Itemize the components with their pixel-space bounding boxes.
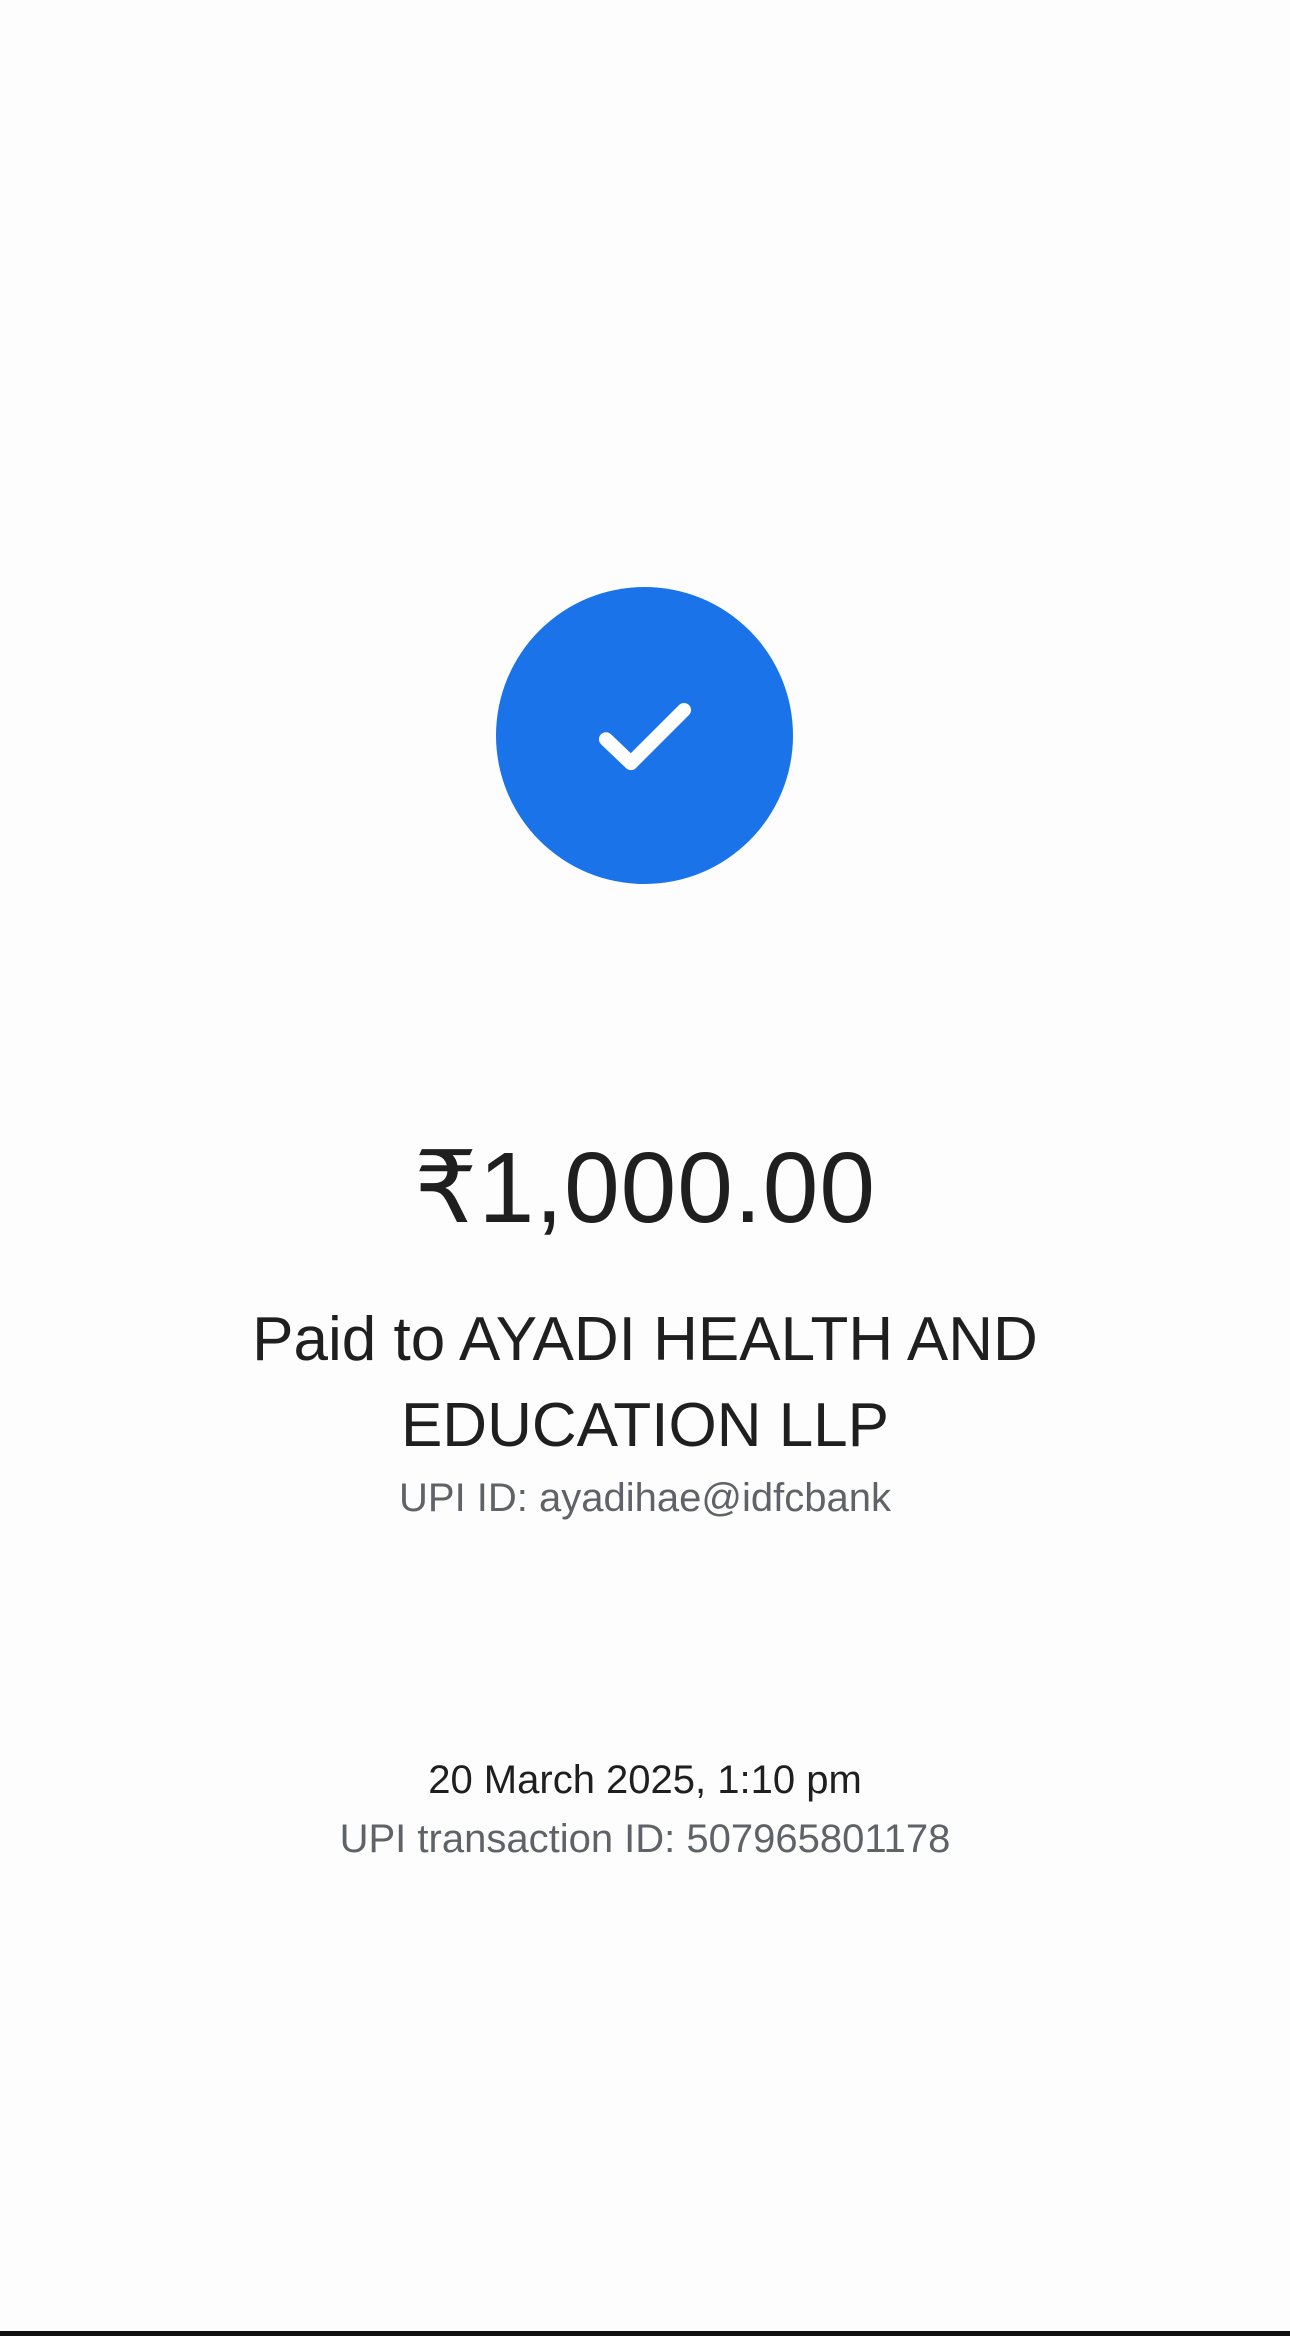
payee-name: Paid to AYADI HEALTH AND EDUCATION LLP (252, 1305, 1038, 1460)
upi-transaction-id: UPI transaction ID: 507965801178 (339, 1817, 951, 1861)
checkmark-icon (598, 702, 691, 770)
payee-upi-id: UPI ID: ayadihae@idfcbank (399, 1476, 891, 1520)
check-circle-icon (496, 587, 793, 884)
transaction-datetime: 20 March 2025, 1:10 pm (428, 1758, 862, 1802)
bottom-divider (0, 2331, 1290, 2336)
payment-amount: ₹1,000.00 (414, 1132, 876, 1244)
